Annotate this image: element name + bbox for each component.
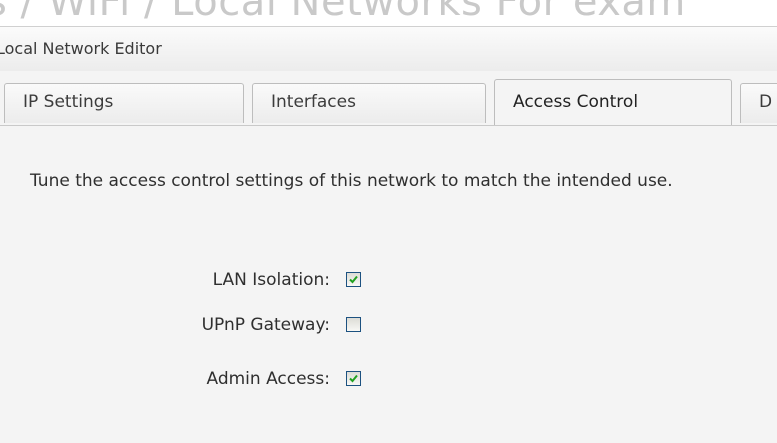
- lan-isolation-row: LAN Isolation:: [0, 268, 400, 292]
- tab-divider: [0, 125, 777, 126]
- upnp-gateway-row: UPnP Gateway:: [0, 313, 400, 337]
- tab-label: IP Settings: [23, 92, 114, 112]
- access-control-description: Tune the access control settings of this…: [30, 171, 673, 191]
- tab-partial[interactable]: D: [740, 83, 777, 123]
- checkmark-icon: [349, 275, 358, 284]
- tab-access-control[interactable]: Access Control: [494, 79, 732, 125]
- upnp-gateway-checkbox[interactable]: [346, 317, 361, 332]
- tab-interfaces[interactable]: Interfaces: [252, 83, 486, 123]
- admin-access-row: Admin Access:: [0, 367, 400, 391]
- tab-label: D: [759, 92, 773, 112]
- tab-label: Interfaces: [271, 92, 356, 112]
- lan-isolation-label: LAN Isolation:: [212, 270, 330, 290]
- lan-isolation-checkbox[interactable]: [346, 272, 361, 287]
- tab-ip-settings[interactable]: IP Settings: [4, 83, 244, 123]
- page: s / WiFi / Local Networks For exam Local…: [0, 0, 777, 443]
- admin-access-label: Admin Access:: [206, 369, 330, 389]
- admin-access-checkbox[interactable]: [346, 371, 361, 386]
- checkmark-icon: [349, 374, 358, 383]
- dialog-header: Local Network Editor: [0, 27, 777, 71]
- dialog-title: Local Network Editor: [0, 39, 162, 58]
- tab-label: Access Control: [513, 92, 639, 112]
- tab-bar: IP Settings Interfaces Access Control D: [0, 79, 777, 125]
- background-breadcrumb: s / WiFi / Local Networks For exam: [0, 0, 686, 25]
- upnp-gateway-label: UPnP Gateway:: [201, 315, 330, 335]
